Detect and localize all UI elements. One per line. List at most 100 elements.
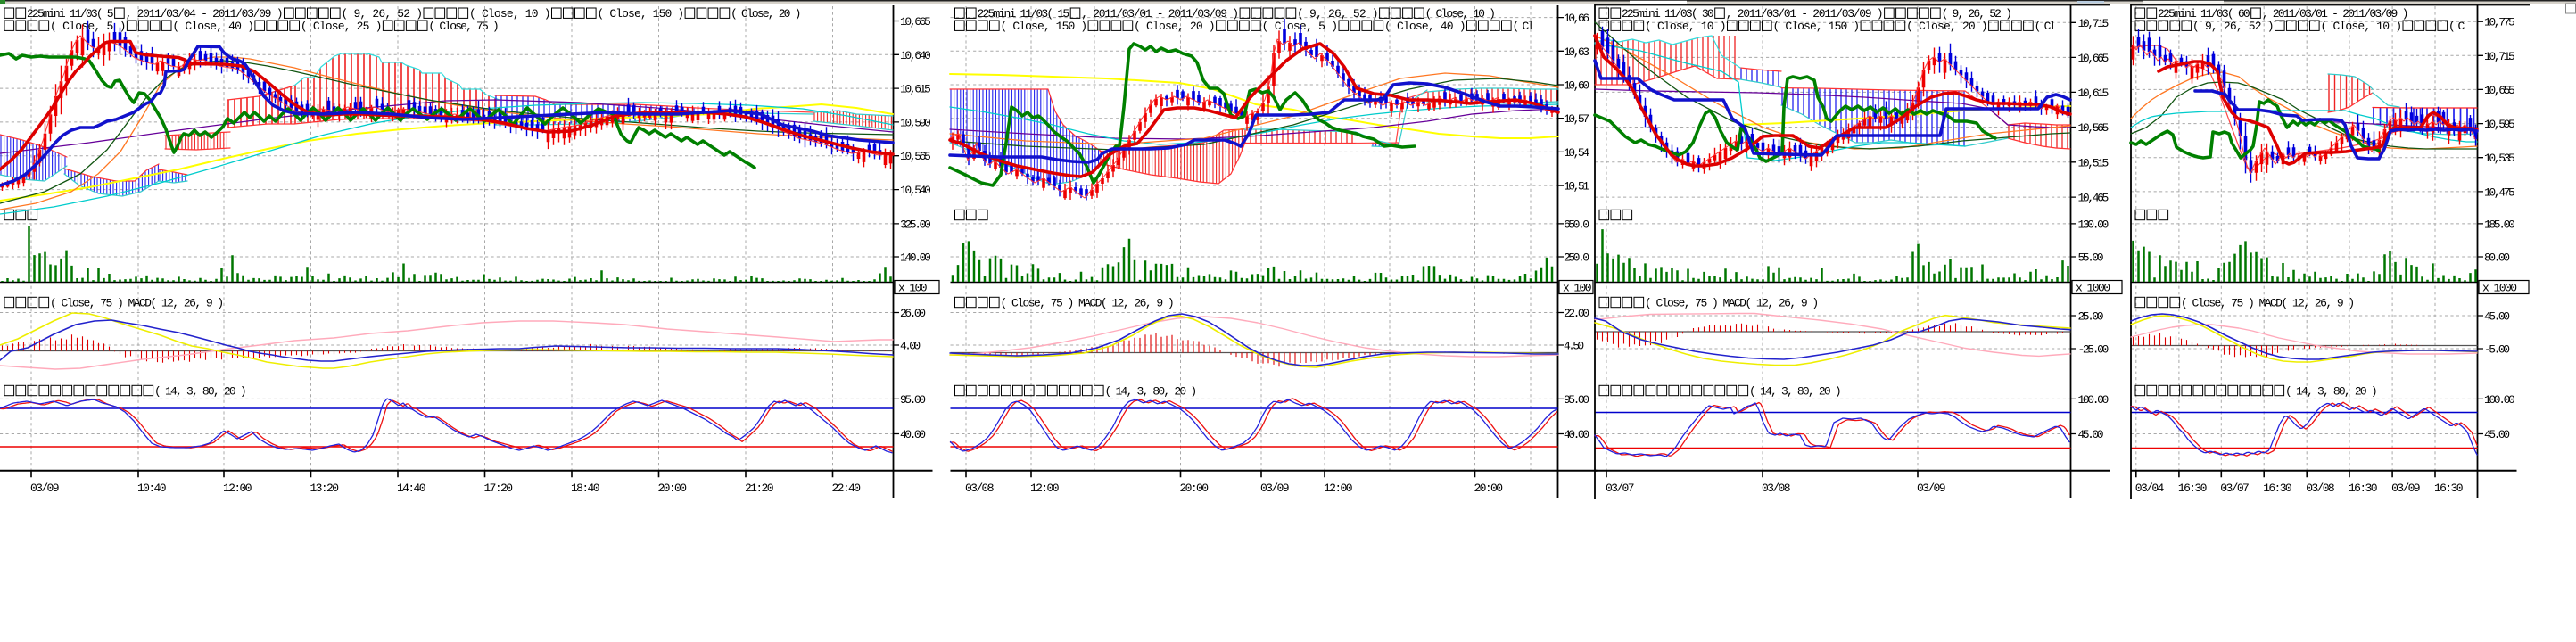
svg-text:( Close, 10 ): ( Close, 10 ) xyxy=(469,7,551,21)
svg-text:650.0: 650.0 xyxy=(1564,218,1589,231)
svg-text:20:00: 20:00 xyxy=(1180,482,1210,495)
svg-text:45.00: 45.00 xyxy=(2078,428,2104,441)
svg-text:95.00: 95.00 xyxy=(900,393,926,407)
svg-text:325.00: 325.00 xyxy=(900,218,931,231)
svg-text:( Close, 10 ): ( Close, 10 ) xyxy=(1425,7,1496,21)
svg-text:10,540: 10,540 xyxy=(900,184,931,197)
svg-text:( Close, 75 ): ( Close, 75 ) xyxy=(428,20,499,33)
svg-text:, 2011/03/01 - 2011/03/09 ): , 2011/03/01 - 2011/03/09 ) xyxy=(1726,7,1884,21)
svg-text:, 2011/03/01 - 2011/03/09 ): , 2011/03/01 - 2011/03/09 ) xyxy=(1081,7,1239,21)
svg-text:10,665: 10,665 xyxy=(2078,52,2110,65)
svg-text:10,465: 10,465 xyxy=(2078,192,2110,205)
svg-text:12:00: 12:00 xyxy=(223,482,252,495)
svg-text:10,715: 10,715 xyxy=(2078,17,2110,30)
svg-text:( 9, 26, 52 ): ( 9, 26, 52 ) xyxy=(2192,20,2275,33)
svg-text:( Close, 10 ): ( Close, 10 ) xyxy=(2321,20,2403,33)
svg-text:( 14, 3, 80, 20 ): ( 14, 3, 80, 20 ) xyxy=(1749,385,1842,399)
svg-text:03/04: 03/04 xyxy=(2135,482,2165,495)
svg-text:( 9, 26, 52 ): ( 9, 26, 52 ) xyxy=(1297,7,1379,21)
svg-text:-25.00: -25.00 xyxy=(2078,343,2110,357)
svg-text:03/08: 03/08 xyxy=(1762,482,1791,495)
svg-text:( Close, 150 ): ( Close, 150 ) xyxy=(1001,20,1088,33)
svg-text:10:40: 10:40 xyxy=(137,482,167,495)
svg-text:21:20: 21:20 xyxy=(745,482,774,495)
svg-text:10,515: 10,515 xyxy=(2078,156,2110,169)
svg-text:x 100: x 100 xyxy=(898,282,928,295)
svg-text:16:30: 16:30 xyxy=(2263,482,2292,495)
svg-text:10,615: 10,615 xyxy=(900,83,931,96)
svg-text:-5.00: -5.00 xyxy=(2484,343,2510,357)
svg-text:225mini 11/03( 30: 225mini 11/03( 30 xyxy=(1622,7,1714,21)
svg-text:10,655: 10,655 xyxy=(2484,84,2515,97)
svg-text:( Close, 20 ): ( Close, 20 ) xyxy=(731,7,801,21)
svg-text:( Close, 20 ): ( Close, 20 ) xyxy=(1134,20,1216,33)
svg-text:17:20: 17:20 xyxy=(484,482,514,495)
svg-text:( Cl: ( Cl xyxy=(2035,20,2057,33)
svg-text:45.00: 45.00 xyxy=(2484,310,2510,324)
svg-text:( Close, 75 ) MACD( 12, 26, 9: ( Close, 75 ) MACD( 12, 26, 9 ) xyxy=(1645,297,1819,310)
svg-text:10,590: 10,590 xyxy=(900,116,931,129)
svg-text:45.00: 45.00 xyxy=(2484,428,2510,441)
svg-text:10,665: 10,665 xyxy=(900,15,931,29)
svg-text:( Close, 75 ) MACD( 12, 26, 9: ( Close, 75 ) MACD( 12, 26, 9 ) xyxy=(50,297,224,310)
svg-text:10,54: 10,54 xyxy=(1564,146,1589,160)
svg-text:03/09: 03/09 xyxy=(30,482,60,495)
svg-text:10,475: 10,475 xyxy=(2484,185,2515,199)
svg-text:( Close, 40 ): ( Close, 40 ) xyxy=(172,20,254,33)
svg-text:, 2011/03/04 - 2011/03/09 ): , 2011/03/04 - 2011/03/09 ) xyxy=(126,7,284,21)
svg-text:55.00: 55.00 xyxy=(2078,251,2104,265)
svg-text:( 9, 26, 52 ): ( 9, 26, 52 ) xyxy=(342,7,424,21)
svg-text:10,60: 10,60 xyxy=(1564,79,1589,93)
svg-text:03/08: 03/08 xyxy=(2306,482,2335,495)
svg-text:14:40: 14:40 xyxy=(397,482,426,495)
svg-text:18:40: 18:40 xyxy=(571,482,600,495)
svg-text:22.00: 22.00 xyxy=(1564,307,1589,320)
svg-text:140.00: 140.00 xyxy=(900,251,931,265)
svg-text:03/09: 03/09 xyxy=(1260,482,1290,495)
svg-text:03/08: 03/08 xyxy=(965,482,995,495)
svg-text:16:30: 16:30 xyxy=(2434,482,2464,495)
svg-text:10,715: 10,715 xyxy=(2484,50,2515,63)
svg-text:x 1000: x 1000 xyxy=(2076,282,2110,295)
svg-text:10,63: 10,63 xyxy=(1564,45,1589,59)
svg-text:12:00: 12:00 xyxy=(1030,482,1060,495)
svg-text:( Close, 10 ): ( Close, 10 ) xyxy=(1645,20,1727,33)
svg-text:26.00: 26.00 xyxy=(900,307,926,320)
svg-text:10,640: 10,640 xyxy=(900,49,931,62)
svg-text:( 9, 26, 52 ): ( 9, 26, 52 ) xyxy=(1942,7,2012,21)
svg-text:95.00: 95.00 xyxy=(1564,393,1589,407)
svg-text:10,535: 10,535 xyxy=(2484,152,2515,165)
svg-text:225mini 11/03( 5: 225mini 11/03( 5 xyxy=(27,7,114,21)
svg-text:( Close, 25 ): ( Close, 25 ) xyxy=(301,20,383,33)
svg-text:( Close, 20 ): ( Close, 20 ) xyxy=(1906,20,1988,33)
svg-text:10,595: 10,595 xyxy=(2484,118,2515,131)
svg-text:16:30: 16:30 xyxy=(2349,482,2378,495)
svg-text:10,565: 10,565 xyxy=(900,150,931,163)
svg-text:40.00: 40.00 xyxy=(1564,428,1589,441)
svg-text:( 14, 3, 80, 20 ): ( 14, 3, 80, 20 ) xyxy=(154,385,247,399)
svg-text:20:00: 20:00 xyxy=(658,482,688,495)
svg-text:13:20: 13:20 xyxy=(310,482,340,495)
svg-text:100.00: 100.00 xyxy=(2484,393,2515,407)
svg-text:22:40: 22:40 xyxy=(832,482,862,495)
svg-text:03/07: 03/07 xyxy=(1606,482,1635,495)
svg-text:( C: ( C xyxy=(2448,20,2465,33)
svg-text:10,775: 10,775 xyxy=(2484,16,2515,29)
svg-text:, 2011/03/01 - 2011/03/09 ): , 2011/03/01 - 2011/03/09 ) xyxy=(2262,7,2409,21)
svg-text:( Close, 150 ): ( Close, 150 ) xyxy=(598,7,685,21)
svg-text:10,565: 10,565 xyxy=(2078,121,2110,135)
svg-text:80.00: 80.00 xyxy=(2484,251,2510,265)
svg-text:20:00: 20:00 xyxy=(1474,482,1504,495)
svg-text:( Close, 150 ): ( Close, 150 ) xyxy=(1773,20,1861,33)
svg-text:130.00: 130.00 xyxy=(2078,218,2110,231)
svg-text:10,51: 10,51 xyxy=(1564,180,1589,193)
svg-text:( Close, 75 ) MACD( 12, 26, 9: ( Close, 75 ) MACD( 12, 26, 9 ) xyxy=(1001,297,1175,310)
svg-text:( 14, 3, 80, 20 ): ( 14, 3, 80, 20 ) xyxy=(2285,385,2378,399)
svg-text:12:00: 12:00 xyxy=(1324,482,1353,495)
svg-text:4.50: 4.50 xyxy=(1564,340,1584,353)
svg-text:100.00: 100.00 xyxy=(2078,393,2110,407)
svg-text:( Close, 75 ) MACD( 12, 26, 9: ( Close, 75 ) MACD( 12, 26, 9 ) xyxy=(2181,297,2355,310)
svg-text:185.00: 185.00 xyxy=(2484,218,2515,231)
svg-text:( Close, 40 ): ( Close, 40 ) xyxy=(1384,20,1466,33)
svg-text:x 1000: x 1000 xyxy=(2482,282,2517,295)
